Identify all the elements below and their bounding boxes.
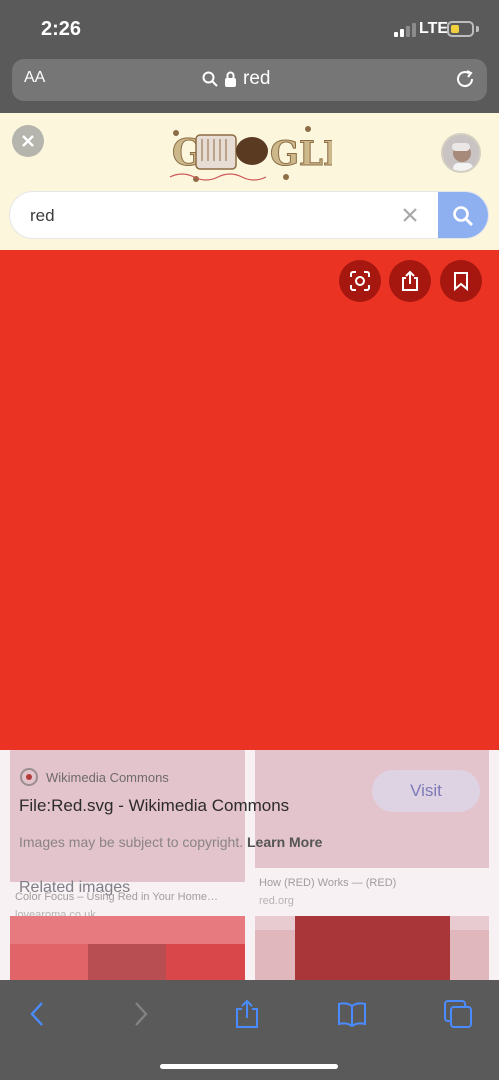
background-result-caption[interactable]: How (RED) Works — (RED) [259, 877, 396, 889]
lens-icon [350, 271, 370, 291]
share-icon [236, 999, 258, 1028]
browser-toolbar [0, 980, 499, 1080]
search-input[interactable]: red [30, 206, 55, 226]
background-result-site: red.org [259, 895, 294, 907]
url-display[interactable]: red [202, 68, 270, 90]
signal-icon [394, 23, 416, 37]
search-button[interactable] [438, 192, 488, 238]
battery-level [451, 25, 459, 33]
avatar-image [443, 135, 479, 171]
related-image[interactable] [10, 916, 245, 980]
lens-button[interactable] [339, 260, 381, 302]
status-time: 2:26 [41, 18, 82, 40]
wikimedia-logo-icon [20, 768, 38, 786]
account-avatar[interactable] [441, 133, 481, 173]
save-button[interactable] [440, 260, 482, 302]
tabs-icon [444, 1000, 472, 1028]
visit-button[interactable]: Visit [372, 770, 480, 812]
lock-icon [225, 71, 236, 87]
share-sheet-button[interactable] [229, 996, 265, 1032]
home-indicator [160, 1064, 338, 1069]
search-icon [202, 71, 218, 87]
source-name: Wikimedia Commons [46, 769, 169, 785]
address-bar[interactable]: AA red [12, 59, 487, 101]
svg-text:GLE: GLE [270, 134, 332, 174]
chevron-left-icon [30, 1002, 43, 1026]
clear-search-icon[interactable] [400, 205, 420, 225]
copyright-notice: Images may be subject to copyright. Lear… [19, 834, 322, 850]
reload-icon[interactable] [454, 68, 476, 90]
result-panel: Color Focus – Using Red in Your Home… lo… [0, 750, 499, 980]
result-title[interactable]: File:Red.svg - Wikimedia Commons [19, 796, 289, 816]
image-preview[interactable] [0, 250, 499, 750]
related-image[interactable] [255, 916, 489, 980]
share-button[interactable] [389, 260, 431, 302]
share-icon [402, 270, 418, 291]
text-size-button[interactable]: AA [24, 69, 45, 87]
bookmark-icon [454, 272, 468, 291]
close-icon [22, 135, 34, 147]
source-row[interactable]: Wikimedia Commons [20, 768, 169, 786]
forward-button[interactable] [123, 996, 159, 1032]
learn-more-link[interactable]: Learn More [247, 834, 322, 850]
google-doodle[interactable]: G GLE [166, 121, 332, 185]
back-button[interactable] [19, 996, 55, 1032]
book-icon [338, 1002, 366, 1027]
search-box[interactable]: red [9, 191, 489, 239]
tabs-button[interactable] [440, 996, 476, 1032]
related-images-heading: Related images [19, 879, 131, 896]
google-header: G GLE red [0, 113, 499, 250]
copyright-text: Images may be subject to copyright. [19, 834, 244, 850]
chevron-right-icon [135, 1002, 148, 1026]
bookmarks-button[interactable] [334, 996, 370, 1032]
close-viewer-button[interactable] [12, 125, 44, 157]
search-icon [453, 206, 473, 226]
browser-top-bar: 2:26 LTE AA red [0, 0, 499, 113]
url-text: red [243, 68, 271, 89]
battery-icon [447, 21, 474, 37]
network-label: LTE [419, 20, 449, 37]
